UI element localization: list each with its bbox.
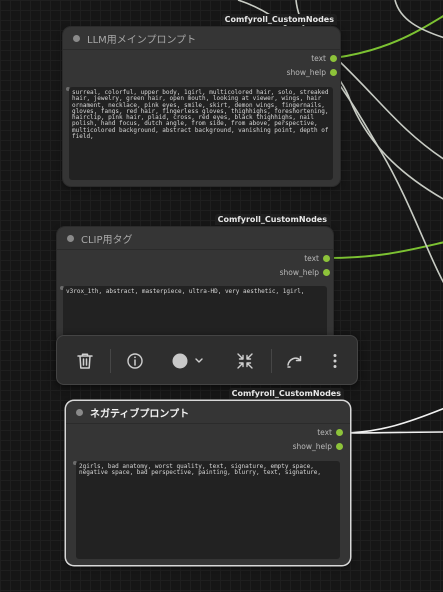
output-label-text: text — [311, 54, 326, 63]
more-icon — [333, 354, 337, 368]
collapse-dot-icon[interactable] — [76, 409, 83, 416]
wire-negative-text-2 — [339, 431, 443, 434]
toolbar-divider — [110, 349, 111, 373]
node-title: CLIP用タグ — [81, 235, 133, 246]
node-header[interactable]: ネガティブプロンプト — [66, 401, 350, 424]
output-label-text: text — [317, 428, 332, 437]
delete-button[interactable] — [72, 348, 98, 374]
wire-gray-4 — [394, 0, 443, 39]
node-title: LLM用メインプロンプト — [87, 35, 197, 46]
output-socket-show-help[interactable] — [323, 269, 330, 276]
trash-icon — [77, 353, 93, 369]
prompt-textarea[interactable]: surreal, colorful, upper body, 1girl, mu… — [69, 87, 333, 180]
collapse-button[interactable] — [232, 348, 258, 374]
info-button[interactable] — [122, 348, 148, 374]
node-clip-tag[interactable]: Comfyroll_CustomNodes CLIP用タグ text show_… — [57, 214, 333, 345]
prompt-textarea[interactable]: v3rox_1th, abstract, masterpiece, ultra-… — [63, 286, 327, 341]
node-llm-main-prompt[interactable]: Comfyroll_CustomNodes LLM用メインプロンプト text … — [63, 14, 340, 186]
prompt-textarea[interactable]: 2girls, bad anatomy, worst quality, text… — [76, 461, 340, 559]
output-socket-text[interactable] — [336, 429, 343, 436]
output-socket-text[interactable] — [330, 55, 337, 62]
node-header[interactable]: LLM用メインプロンプト — [63, 27, 340, 50]
color-swatch-icon — [172, 353, 203, 369]
collapse-dot-icon[interactable] — [73, 35, 80, 42]
collapse-icon — [237, 353, 253, 369]
bypass-icon — [287, 355, 302, 368]
node-header[interactable]: CLIP用タグ — [57, 227, 333, 250]
more-options-button[interactable] — [322, 348, 348, 374]
node-badge: Comfyroll_CustomNodes — [214, 214, 330, 225]
node-title: ネガティブプロンプト — [90, 409, 190, 420]
output-socket-show-help[interactable] — [330, 69, 337, 76]
output-socket-text[interactable] — [323, 255, 330, 262]
node-negative-prompt[interactable]: Comfyroll_CustomNodes ネガティブプロンプト text sh… — [66, 388, 350, 565]
node-badge: Comfyroll_CustomNodes — [228, 388, 344, 399]
output-label-show-help: show_help — [279, 268, 319, 277]
selection-toolbox — [56, 335, 358, 385]
toolbar-divider — [271, 349, 272, 373]
output-label-text: text — [304, 254, 319, 263]
wire-negative-text — [339, 407, 443, 434]
output-label-show-help: show_help — [286, 68, 326, 77]
color-button[interactable] — [167, 348, 209, 374]
wire-main-text — [333, 15, 443, 59]
output-socket-show-help[interactable] — [336, 443, 343, 450]
output-label-show-help: show_help — [292, 442, 332, 451]
node-badge: Comfyroll_CustomNodes — [221, 14, 337, 25]
bypass-button[interactable] — [281, 348, 307, 374]
info-icon — [127, 353, 143, 369]
collapse-dot-icon[interactable] — [67, 235, 74, 242]
